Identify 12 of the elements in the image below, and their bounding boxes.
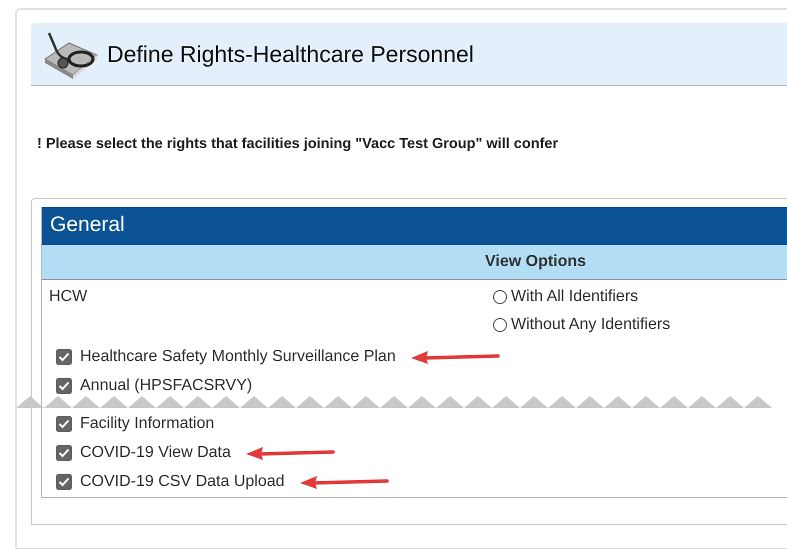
checkbox-option[interactable]: COVID-19 View Data	[56, 444, 231, 462]
page-title: Define Rights-Healthcare Personnel	[107, 40, 474, 68]
section-title: General	[42, 207, 787, 245]
radio-option[interactable]: With All Identifiers	[493, 288, 670, 306]
column-header: View Options	[485, 253, 586, 271]
row-label: HCW	[49, 288, 88, 307]
instruction-text: ! Please select the rights that facilities joining "Vacc Test Group" will confer	[37, 136, 560, 152]
checkbox-option[interactable]: Healthcare Safety Monthly Surveillance Plan	[56, 348, 396, 366]
checkbox-option[interactable]: COVID-19 CSV Data Upload	[56, 473, 285, 491]
checkbox-option[interactable]: Facility Information	[56, 415, 214, 433]
radio-option[interactable]: Without Any Identifiers	[493, 316, 670, 334]
checkbox-option[interactable]: Annual (HPSFACSRVY)	[56, 377, 252, 395]
